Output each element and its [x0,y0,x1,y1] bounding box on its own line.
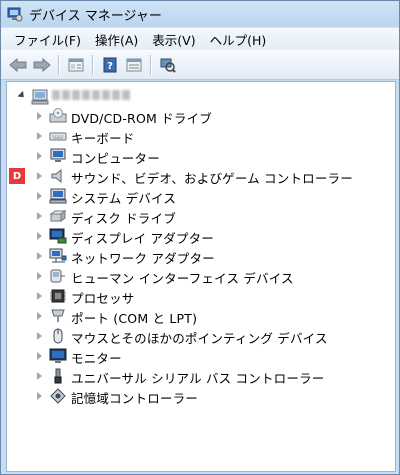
toolbar: ? [1,50,399,80]
tree-item-processors[interactable]: プロセッサ [7,286,395,306]
disk-drive-icon [49,210,67,222]
tree-item-dvd-drive[interactable]: DVD/CD-ROM ドライブ [7,106,395,126]
expand-arrow-icon[interactable] [37,292,42,300]
category-label: キーボード [71,131,135,146]
tree-item-storage-controllers[interactable]: 記憶域コントローラー [7,386,395,406]
expand-arrow-icon[interactable] [37,372,42,380]
tree-item-mice[interactable]: マウスとそのほかのポインティング デバイス [7,326,395,346]
tree-item-display-adapters[interactable]: ディスプレイ アダプター [7,226,395,246]
window-title: デバイス マネージャー [29,8,162,24]
expand-arrow-icon[interactable] [37,112,42,120]
annotation-marker: D [9,168,25,184]
properties-sheet-icon[interactable] [65,54,87,76]
network-adapter-icon [49,248,67,263]
category-label: コンピューター [71,151,160,166]
category-label: システム デバイス [71,191,177,206]
port-icon [51,309,65,322]
toolbar-separator [58,55,60,75]
menu-view[interactable]: 表示(V) [145,30,202,49]
display-adapter-icon [49,228,67,244]
forward-arrow-icon[interactable] [31,54,53,76]
tree-item-system-devices[interactable]: システム デバイス [7,186,395,206]
processor-icon [50,289,66,303]
device-tree-pane[interactable]: DVD/CD-ROM ドライブ キーボード コンピューター D サウンド、ビデオ… [6,81,396,472]
speaker-icon [51,168,62,184]
back-arrow-icon[interactable] [7,54,29,76]
menu-bar: ファイル(F) 操作(A) 表示(V) ヘルプ(H) [1,27,399,50]
category-label: DVD/CD-ROM ドライブ [71,111,212,126]
category-label: モニター [71,351,122,366]
hid-icon [50,269,65,283]
tree-item-usb-controllers[interactable]: ユニバーサル シリアル バス コントローラー [7,366,395,386]
help-icon[interactable]: ? [99,54,121,76]
tree-item-keyboard[interactable]: キーボード [7,126,395,146]
toolbar-separator [92,55,94,75]
category-label: ユニバーサル シリアル バス コントローラー [71,371,325,386]
category-label: 記憶域コントローラー [71,391,199,406]
expand-arrow-icon[interactable] [37,392,42,400]
category-label: ヒューマン インターフェイス デバイス [71,271,294,286]
category-label: ディスプレイ アダプター [71,231,214,246]
expand-arrow-icon[interactable] [37,152,42,160]
toolbar-separator [150,55,152,75]
tree-root-computer[interactable] [7,86,395,106]
expand-arrow-icon[interactable] [37,272,42,280]
collapse-arrow-icon[interactable] [17,90,27,101]
tree-item-hid[interactable]: ヒューマン インターフェイス デバイス [7,266,395,286]
keyboard-icon [49,132,67,141]
menu-help[interactable]: ヘルプ(H) [203,30,274,49]
category-label: ポート (COM と LPT) [71,311,198,326]
tree-item-monitors[interactable]: モニター [7,346,395,366]
category-label: ネットワーク アダプター [71,251,215,266]
storage-controller-icon [50,388,66,404]
tree-item-ports[interactable]: ポート (COM と LPT) [7,306,395,326]
svg-text:?: ? [107,61,113,72]
computer-icon [50,148,66,162]
usb-icon [54,368,62,384]
system-devices-icon [49,188,67,204]
expand-arrow-icon[interactable] [37,312,42,320]
category-label: プロセッサ [71,291,135,306]
category-label: マウスとそのほかのポインティング デバイス [71,331,328,346]
expand-arrow-icon[interactable] [37,172,42,180]
redacted-computer-name [52,90,130,100]
tree-item-computer[interactable]: コンピューター [7,146,395,166]
title-bar[interactable]: デバイス マネージャー [1,1,399,27]
device-list-icon[interactable] [123,54,145,76]
tree-item-disk-drives[interactable]: ディスク ドライブ [7,206,395,226]
mouse-icon [53,328,63,344]
expand-arrow-icon[interactable] [37,232,42,240]
expand-arrow-icon[interactable] [37,332,42,340]
expand-arrow-icon[interactable] [37,192,42,200]
device-manager-window: デバイス マネージャー ファイル(F) 操作(A) 表示(V) ヘルプ(H) ? [0,0,400,475]
device-tree: DVD/CD-ROM ドライブ キーボード コンピューター D サウンド、ビデオ… [7,86,395,406]
monitor-icon [49,348,67,363]
scan-hardware-icon[interactable] [157,54,179,76]
tree-item-network-adapters[interactable]: ネットワーク アダプター [7,246,395,266]
tree-item-sound-video-game[interactable]: D サウンド、ビデオ、およびゲーム コントローラー [7,166,395,186]
expand-arrow-icon[interactable] [37,132,42,140]
menu-file[interactable]: ファイル(F) [7,30,88,49]
expand-arrow-icon[interactable] [37,352,42,360]
computer-root-icon [31,89,49,105]
menu-action[interactable]: 操作(A) [88,30,145,49]
expand-arrow-icon[interactable] [37,212,42,220]
device-manager-app-icon [7,7,23,22]
dvd-drive-icon [49,108,67,123]
expand-arrow-icon[interactable] [37,252,42,260]
category-label: サウンド、ビデオ、およびゲーム コントローラー [71,171,353,186]
category-label: ディスク ドライブ [71,211,176,226]
